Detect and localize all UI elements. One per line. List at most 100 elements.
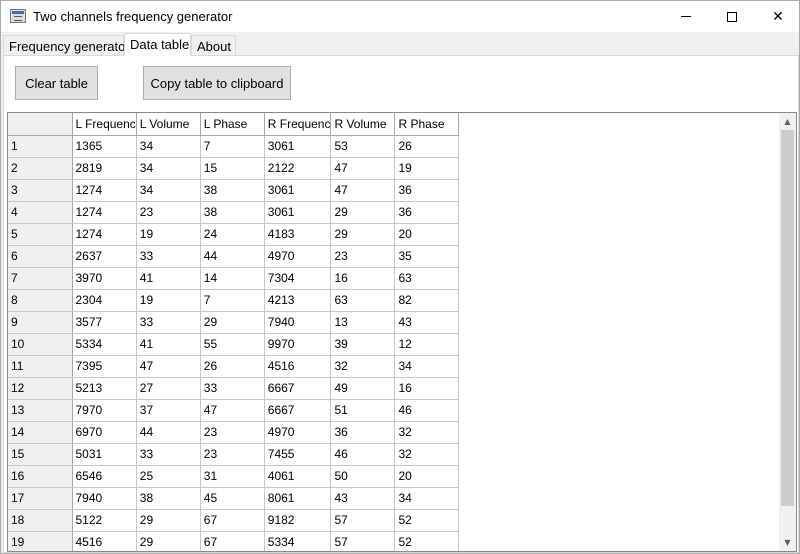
- column-header-l-phase[interactable]: L Phase: [200, 113, 265, 136]
- row-header-cell[interactable]: 17: [8, 487, 73, 510]
- row-header-cell[interactable]: 4: [8, 201, 73, 224]
- column-header-r-frequency[interactable]: R Frequenc: [264, 113, 332, 136]
- l-phase-cell[interactable]: 47: [200, 399, 265, 422]
- r-phase-cell[interactable]: 63: [394, 267, 460, 290]
- r-frequency-cell[interactable]: 5334: [264, 531, 332, 551]
- r-phase-cell[interactable]: 32: [394, 421, 460, 444]
- l-phase-cell[interactable]: 15: [200, 157, 265, 180]
- column-header-r-phase[interactable]: R Phase: [394, 113, 460, 136]
- l-frequency-cell[interactable]: 7395: [72, 355, 137, 378]
- table-row[interactable]: 17 7940 38 45 8061 43 34: [8, 487, 460, 510]
- l-volume-cell[interactable]: 34: [136, 135, 201, 158]
- l-phase-cell[interactable]: 29: [200, 311, 265, 334]
- r-phase-cell[interactable]: 16: [394, 377, 460, 400]
- r-volume-cell[interactable]: 29: [330, 223, 396, 246]
- r-frequency-cell[interactable]: 9970: [264, 333, 332, 356]
- vertical-scrollbar[interactable]: ▲ ▼: [779, 113, 796, 551]
- r-volume-cell[interactable]: 50: [330, 465, 396, 488]
- data-grid[interactable]: L Frequenc L Volume L Phase R Frequenc R…: [7, 112, 797, 552]
- row-header-cell[interactable]: 13: [8, 399, 73, 422]
- l-frequency-cell[interactable]: 4516: [72, 531, 137, 551]
- l-volume-cell[interactable]: 23: [136, 201, 201, 224]
- r-volume-cell[interactable]: 47: [330, 157, 396, 180]
- l-volume-cell[interactable]: 33: [136, 245, 201, 268]
- r-frequency-cell[interactable]: 4970: [264, 421, 332, 444]
- l-volume-cell[interactable]: 44: [136, 421, 201, 444]
- l-volume-cell[interactable]: 37: [136, 399, 201, 422]
- l-volume-cell[interactable]: 27: [136, 377, 201, 400]
- l-frequency-cell[interactable]: 5122: [72, 509, 137, 532]
- l-phase-cell[interactable]: 26: [200, 355, 265, 378]
- r-frequency-cell[interactable]: 6667: [264, 399, 332, 422]
- table-row[interactable]: 8 2304 19 7 4213 63 82: [8, 289, 460, 312]
- r-frequency-cell[interactable]: 4213: [264, 289, 332, 312]
- r-phase-cell[interactable]: 26: [394, 135, 460, 158]
- row-header-cell[interactable]: 18: [8, 509, 73, 532]
- r-phase-cell[interactable]: 34: [394, 487, 460, 510]
- l-frequency-cell[interactable]: 6970: [72, 421, 137, 444]
- l-frequency-cell[interactable]: 2819: [72, 157, 137, 180]
- table-row[interactable]: 1 1365 34 7 3061 53 26: [8, 135, 460, 158]
- r-phase-cell[interactable]: 20: [394, 465, 460, 488]
- close-button[interactable]: ✕: [755, 1, 800, 32]
- l-frequency-cell[interactable]: 7970: [72, 399, 137, 422]
- r-frequency-cell[interactable]: 2122: [264, 157, 332, 180]
- scrollbar-thumb[interactable]: [781, 130, 794, 506]
- r-phase-cell[interactable]: 52: [394, 531, 460, 551]
- l-volume-cell[interactable]: 19: [136, 223, 201, 246]
- l-volume-cell[interactable]: 34: [136, 179, 201, 202]
- l-frequency-cell[interactable]: 1274: [72, 223, 137, 246]
- maximize-button[interactable]: [709, 1, 755, 32]
- r-volume-cell[interactable]: 43: [330, 487, 396, 510]
- minimize-button[interactable]: [663, 1, 709, 32]
- table-row[interactable]: 5 1274 19 24 4183 29 20: [8, 223, 460, 246]
- r-phase-cell[interactable]: 34: [394, 355, 460, 378]
- r-volume-cell[interactable]: 57: [330, 531, 396, 551]
- tab-data-table[interactable]: Data table: [124, 33, 191, 56]
- table-row[interactable]: 19 4516 29 67 5334 57 52: [8, 531, 460, 551]
- row-header-cell[interactable]: 6: [8, 245, 73, 268]
- r-frequency-cell[interactable]: 9182: [264, 509, 332, 532]
- table-row[interactable]: 9 3577 33 29 7940 13 43: [8, 311, 460, 334]
- l-frequency-cell[interactable]: 2637: [72, 245, 137, 268]
- l-volume-cell[interactable]: 25: [136, 465, 201, 488]
- table-row[interactable]: 10 5334 41 55 9970 39 12: [8, 333, 460, 356]
- r-frequency-cell[interactable]: 4183: [264, 223, 332, 246]
- l-frequency-cell[interactable]: 1274: [72, 201, 137, 224]
- r-volume-cell[interactable]: 13: [330, 311, 396, 334]
- table-row[interactable]: 4 1274 23 38 3061 29 36: [8, 201, 460, 224]
- l-frequency-cell[interactable]: 6546: [72, 465, 137, 488]
- copy-to-clipboard-button[interactable]: Copy table to clipboard: [143, 66, 291, 100]
- row-header-cell[interactable]: 14: [8, 421, 73, 444]
- tab-frequency-generator[interactable]: Frequency generator: [3, 35, 130, 56]
- table-row[interactable]: 18 5122 29 67 9182 57 52: [8, 509, 460, 532]
- l-phase-cell[interactable]: 7: [200, 289, 265, 312]
- row-header-cell[interactable]: 2: [8, 157, 73, 180]
- l-phase-cell[interactable]: 23: [200, 443, 265, 466]
- r-phase-cell[interactable]: 35: [394, 245, 460, 268]
- table-row[interactable]: 16 6546 25 31 4061 50 20: [8, 465, 460, 488]
- table-row[interactable]: 7 3970 41 14 7304 16 63: [8, 267, 460, 290]
- row-header-cell[interactable]: 9: [8, 311, 73, 334]
- l-frequency-cell[interactable]: 5213: [72, 377, 137, 400]
- l-phase-cell[interactable]: 38: [200, 201, 265, 224]
- table-row[interactable]: 6 2637 33 44 4970 23 35: [8, 245, 460, 268]
- r-volume-cell[interactable]: 53: [330, 135, 396, 158]
- title-bar[interactable]: Two channels frequency generator ✕: [1, 1, 799, 32]
- l-frequency-cell[interactable]: 5334: [72, 333, 137, 356]
- row-header-cell[interactable]: 12: [8, 377, 73, 400]
- r-volume-cell[interactable]: 46: [330, 443, 396, 466]
- l-volume-cell[interactable]: 19: [136, 289, 201, 312]
- row-header-cell[interactable]: 7: [8, 267, 73, 290]
- row-header-cell[interactable]: 3: [8, 179, 73, 202]
- table-row[interactable]: 2 2819 34 15 2122 47 19: [8, 157, 460, 180]
- l-frequency-cell[interactable]: 3577: [72, 311, 137, 334]
- table-row[interactable]: 3 1274 34 38 3061 47 36: [8, 179, 460, 202]
- l-phase-cell[interactable]: 44: [200, 245, 265, 268]
- row-header-cell[interactable]: 8: [8, 289, 73, 312]
- l-volume-cell[interactable]: 29: [136, 509, 201, 532]
- r-phase-cell[interactable]: 46: [394, 399, 460, 422]
- r-phase-cell[interactable]: 19: [394, 157, 460, 180]
- scroll-up-arrow-icon[interactable]: ▲: [779, 113, 796, 130]
- r-frequency-cell[interactable]: 4061: [264, 465, 332, 488]
